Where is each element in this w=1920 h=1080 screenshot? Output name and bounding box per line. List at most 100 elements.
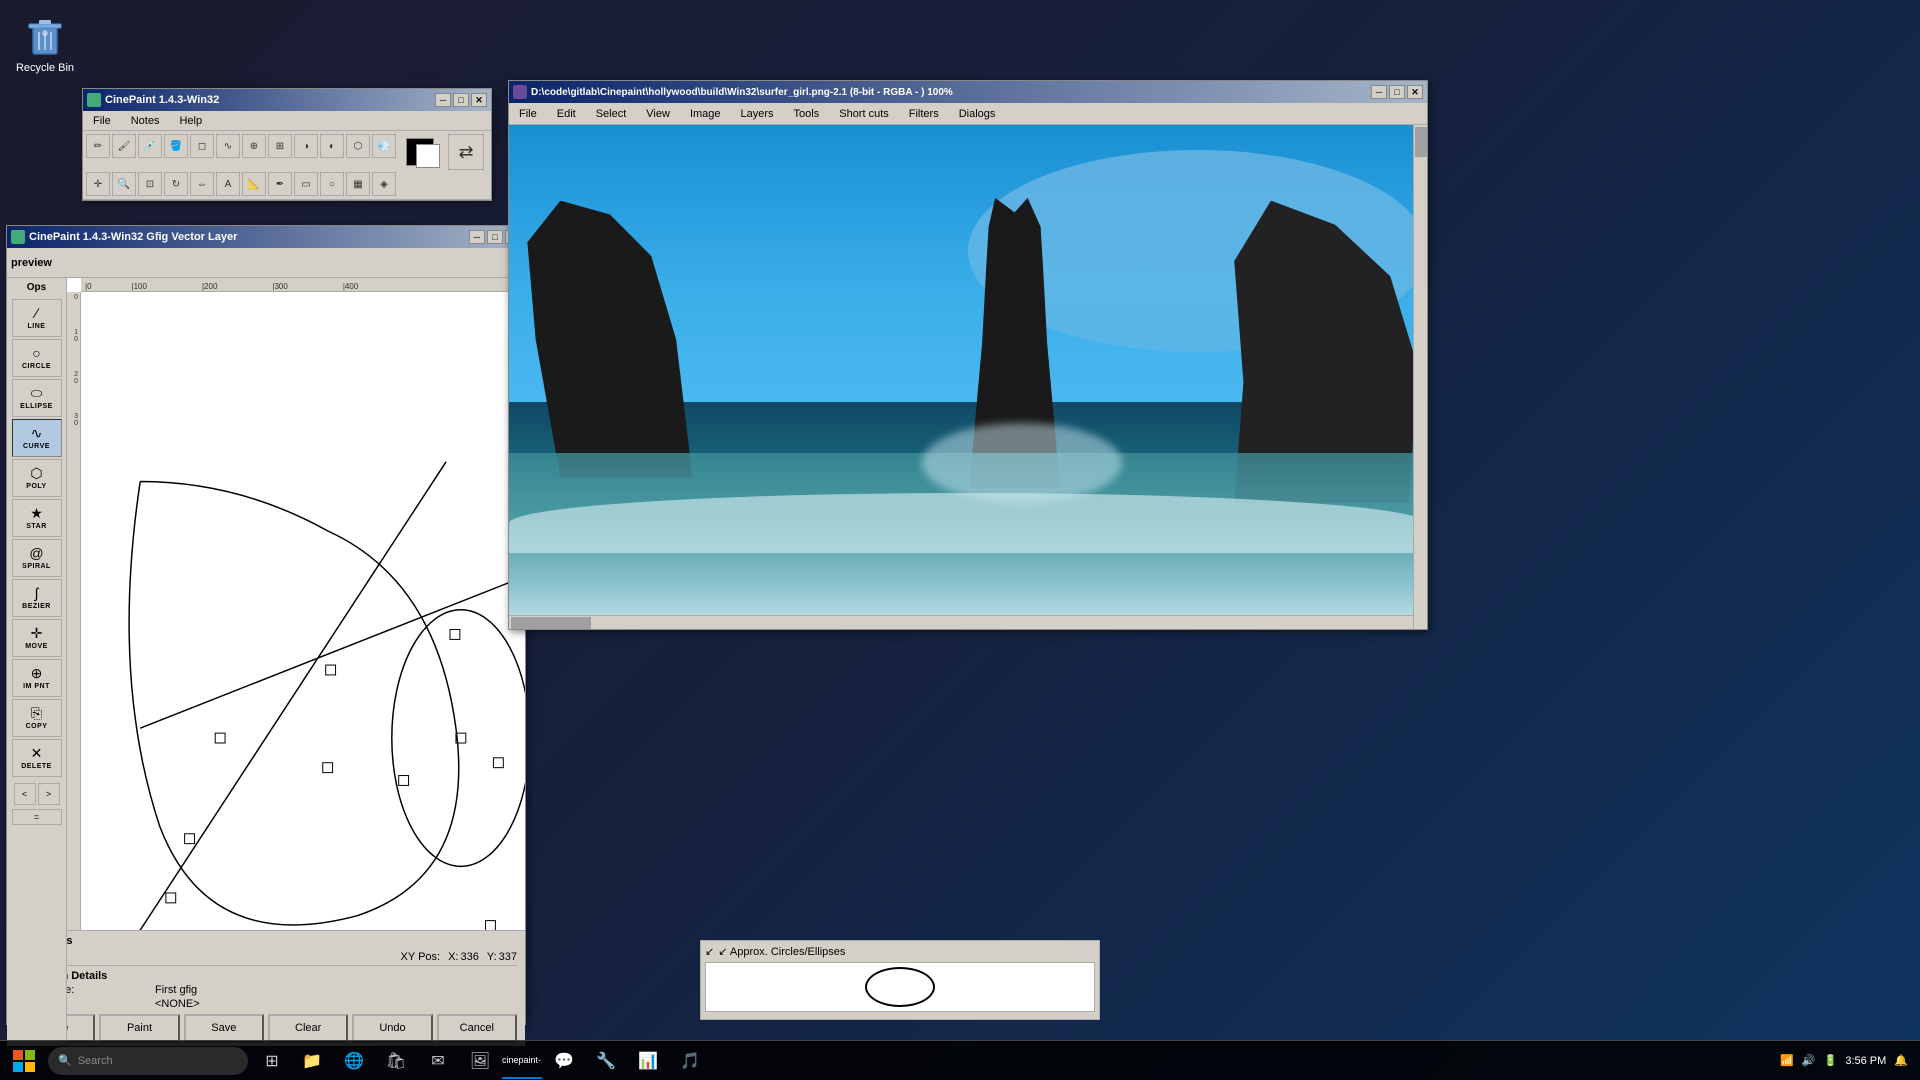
eraser-tool[interactable]: ◻	[190, 134, 214, 158]
recycle-bin[interactable]: ♻ Recycle Bin	[10, 10, 80, 74]
close-button[interactable]: ✕	[471, 93, 487, 107]
taskbar-extra-1[interactable]: 💬	[544, 1043, 584, 1079]
control-point-1[interactable]	[185, 834, 195, 844]
clone-tool[interactable]: ⊞	[268, 134, 292, 158]
save-button[interactable]: Save	[184, 1014, 264, 1042]
op-impnt[interactable]: ⊕ IM PNT	[12, 659, 62, 697]
op-poly[interactable]: ⬡ POLY	[12, 459, 62, 497]
flip-tool[interactable]: ⇔	[190, 172, 214, 196]
img-select-menu[interactable]: Select	[590, 106, 633, 122]
image-scrollbar-thumb[interactable]	[1415, 127, 1427, 157]
taskbar-store[interactable]: 🛍	[376, 1043, 416, 1079]
taskbar-extra-2[interactable]: 🔧	[586, 1043, 626, 1079]
clear-button[interactable]: Clear	[268, 1014, 348, 1042]
image-scrollbar-h[interactable]	[509, 615, 1413, 629]
op-spiral[interactable]: @ SPIRAL	[12, 539, 62, 577]
taskbar-extra-3[interactable]: 📊	[628, 1043, 668, 1079]
help-menu[interactable]: Help	[173, 113, 208, 129]
op-curve[interactable]: ∿ CURVE	[12, 419, 62, 457]
swap-colors-btn[interactable]: ⇄	[448, 134, 484, 170]
control-point-3[interactable]	[323, 763, 333, 773]
taskbar-mail[interactable]: ✉	[418, 1043, 458, 1079]
burn-tool[interactable]: ◐	[320, 134, 344, 158]
nav-next-btn[interactable]: >	[38, 783, 60, 805]
taskbar-volume-icon[interactable]: 🔊	[1802, 1054, 1816, 1067]
taskbar-battery-icon[interactable]: 🔋	[1824, 1054, 1838, 1067]
brush-tool[interactable]: 🖌	[112, 134, 136, 158]
image-close-btn[interactable]: ✕	[1407, 85, 1423, 99]
ellipse-select-tool[interactable]: ○	[320, 172, 344, 196]
op-circle[interactable]: ○ CIRCLE	[12, 339, 62, 377]
control-point-7[interactable]	[486, 921, 496, 931]
undo-button[interactable]: Undo	[352, 1014, 432, 1042]
img-tools-menu[interactable]: Tools	[788, 106, 826, 122]
image-scrollbar-h-thumb[interactable]	[511, 617, 591, 629]
crop-tool[interactable]: ⊡	[138, 172, 162, 196]
control-point-2[interactable]	[166, 893, 176, 903]
image-maximize-btn[interactable]: □	[1389, 85, 1405, 99]
op-move[interactable]: ✛ MOVE	[12, 619, 62, 657]
taskbar-extra-4[interactable]: 🎵	[670, 1043, 710, 1079]
control-point-11[interactable]	[493, 758, 503, 768]
smudge-tool[interactable]: ∿	[216, 134, 240, 158]
op-bezier[interactable]: ∫ BEZIER	[12, 579, 62, 617]
image-scrollbar-v[interactable]	[1413, 125, 1427, 629]
control-point-6[interactable]	[326, 665, 336, 675]
img-edit-menu[interactable]: Edit	[551, 106, 582, 122]
start-button[interactable]	[4, 1043, 44, 1079]
magnify-tool[interactable]: 🔍	[112, 172, 136, 196]
taskbar-notification-icon[interactable]: 🔔	[1894, 1054, 1908, 1067]
img-file-menu[interactable]: File	[513, 106, 543, 122]
control-point-5[interactable]	[215, 733, 225, 743]
image-minimize-btn[interactable]: ─	[1371, 85, 1387, 99]
task-view-btn[interactable]: ⊞	[252, 1043, 292, 1079]
op-line[interactable]: ∕ LINE	[12, 299, 62, 337]
rotate-tool[interactable]: ↻	[164, 172, 188, 196]
rect-select-tool[interactable]: ▭	[294, 172, 318, 196]
vector-maximize-btn[interactable]: □	[487, 230, 503, 244]
taskbar-file-explorer[interactable]: 📁	[292, 1043, 332, 1079]
file-menu[interactable]: File	[87, 113, 117, 129]
dodge-tool[interactable]: ◑	[294, 134, 318, 158]
blend-tool[interactable]: ▦	[346, 172, 370, 196]
path-tool[interactable]: ✒	[268, 172, 292, 196]
control-point-10[interactable]	[450, 630, 460, 640]
img-layers-menu[interactable]: Layers	[735, 106, 780, 122]
img-image-menu[interactable]: Image	[684, 106, 727, 122]
cancel-button[interactable]: Cancel	[437, 1014, 517, 1042]
paint-button[interactable]: Paint	[99, 1014, 179, 1042]
sharpen-tool[interactable]: ◈	[372, 172, 396, 196]
minimize-button[interactable]: ─	[435, 93, 451, 107]
taskbar-photos[interactable]: 🖼	[460, 1043, 500, 1079]
nav-eq-btn[interactable]: =	[12, 809, 62, 825]
op-ellipse[interactable]: ⬭ ELLIPSE	[12, 379, 62, 417]
measure-tool[interactable]: 📐	[242, 172, 266, 196]
vector-minimize-btn[interactable]: ─	[469, 230, 485, 244]
select-fuzzy-tool[interactable]: ⬡	[346, 134, 370, 158]
move-tool[interactable]: ✛	[86, 172, 110, 196]
taskbar-time[interactable]: 3:56 PM	[1845, 1055, 1886, 1067]
op-star[interactable]: ★ STAR	[12, 499, 62, 537]
taskbar-edge[interactable]: 🌐	[334, 1043, 374, 1079]
op-delete[interactable]: ✕ DELETE	[12, 739, 62, 777]
img-dialogs-menu[interactable]: Dialogs	[953, 106, 1002, 122]
notes-menu[interactable]: Notes	[125, 113, 166, 129]
img-shortcuts-menu[interactable]: Short cuts	[833, 106, 895, 122]
airbrush-tool[interactable]: 💨	[372, 134, 396, 158]
bucket-tool[interactable]: 🪣	[164, 134, 188, 158]
heal-tool[interactable]: ⊕	[242, 134, 266, 158]
maximize-button[interactable]: □	[453, 93, 469, 107]
nav-prev-btn[interactable]: <	[14, 783, 36, 805]
pencil-tool[interactable]: ✏	[86, 134, 110, 158]
img-filters-menu[interactable]: Filters	[903, 106, 945, 122]
text-tool[interactable]: A	[216, 172, 240, 196]
img-view-menu[interactable]: View	[640, 106, 676, 122]
filename-value: <NONE>	[155, 998, 200, 1010]
background-color-swatch[interactable]	[416, 144, 440, 168]
taskbar-network-icon[interactable]: 📶	[1780, 1054, 1794, 1067]
op-copy[interactable]: ⎘ COPY	[12, 699, 62, 737]
eyedropper-tool[interactable]: 💉	[138, 134, 162, 158]
taskbar-search[interactable]: 🔍 Search	[48, 1047, 248, 1075]
control-point-4[interactable]	[399, 776, 409, 786]
taskbar-cinepaint[interactable]: cinepaint-1...	[502, 1043, 542, 1079]
